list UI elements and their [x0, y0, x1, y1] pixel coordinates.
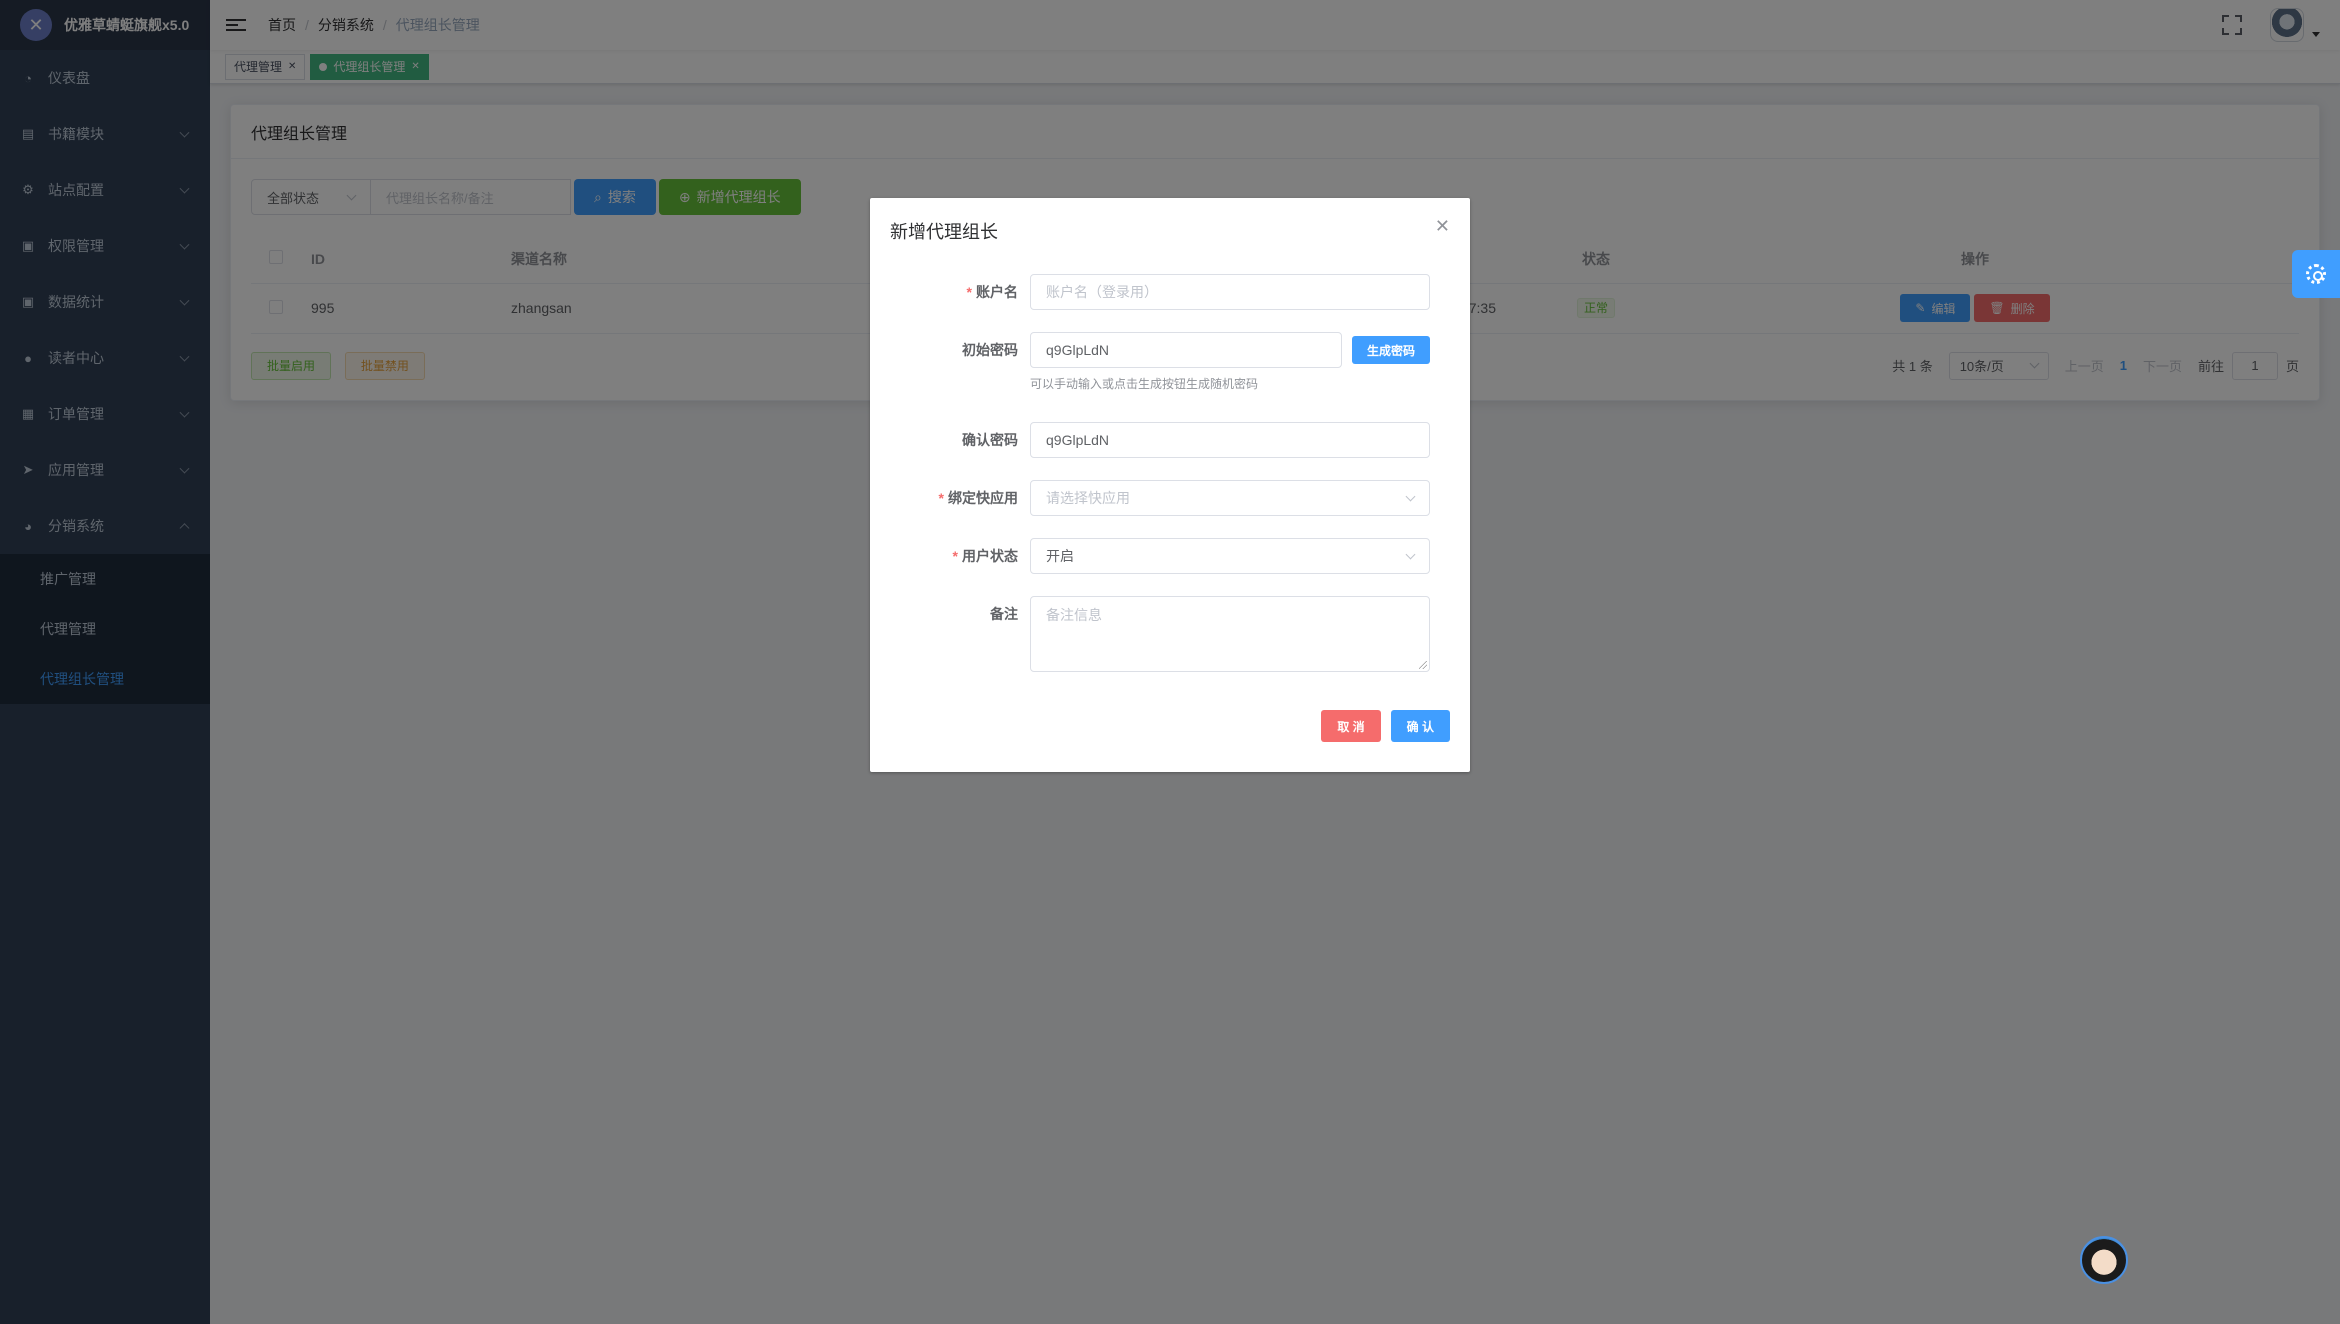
form-label: * 绑定快应用	[938, 490, 1018, 506]
cancel-button[interactable]: 取 消	[1321, 710, 1381, 742]
password-input[interactable]: q9GlpLdN	[1030, 332, 1342, 368]
form-label: 备注	[990, 606, 1018, 622]
account-input[interactable]: 账户名（登录用）	[1030, 274, 1430, 310]
form-label: * 用户状态	[952, 548, 1018, 564]
floating-assistant-avatar[interactable]	[2080, 1236, 2128, 1284]
bind-app-select[interactable]: 请选择快应用	[1030, 480, 1430, 516]
form-label: * 账户名	[966, 284, 1018, 300]
user-status-select[interactable]: 开启	[1030, 538, 1430, 574]
form-item-remark: 备注 备注信息	[890, 596, 1430, 672]
remark-textarea[interactable]: 备注信息	[1030, 596, 1430, 672]
user-status-value: 开启	[1046, 548, 1074, 564]
form-label: 初始密码	[962, 342, 1018, 358]
form-item-user-status: * 用户状态 开启	[890, 538, 1430, 574]
settings-panel-button[interactable]	[2292, 250, 2340, 298]
form-item-password: 初始密码 q9GlpLdN 生成密码 可以手动输入或点击生成按钮生成随机密码	[890, 332, 1430, 392]
add-leader-dialog: 新增代理组长 ✕ * 账户名 账户名（登录用） 初始密码 q9GlpLdN 生成密…	[870, 198, 1470, 772]
confirm-button[interactable]: 确 认	[1390, 710, 1450, 742]
confirm-password-input[interactable]: q9GlpLdN	[1030, 422, 1430, 458]
generate-password-button[interactable]: 生成密码	[1351, 336, 1430, 364]
dialog-footer: 取 消 确 认	[1321, 710, 1450, 742]
form-item-confirm-password: 确认密码 q9GlpLdN	[890, 422, 1430, 458]
form-item-bind-app: * 绑定快应用 请选择快应用	[890, 480, 1430, 516]
chevron-down-icon	[1405, 491, 1416, 501]
password-help-text: 可以手动输入或点击生成按钮生成随机密码	[1030, 377, 1259, 391]
gear-icon	[2306, 264, 2326, 284]
close-icon[interactable]: ✕	[1435, 217, 1450, 235]
dialog-form: * 账户名 账户名（登录用） 初始密码 q9GlpLdN 生成密码 可以手动输入或…	[870, 254, 1470, 672]
dialog-title: 新增代理组长	[890, 222, 998, 242]
chevron-down-icon	[1405, 549, 1416, 559]
bind-app-placeholder: 请选择快应用	[1046, 490, 1130, 506]
form-item-account: * 账户名 账户名（登录用）	[890, 274, 1430, 310]
form-label: 确认密码	[962, 432, 1018, 448]
